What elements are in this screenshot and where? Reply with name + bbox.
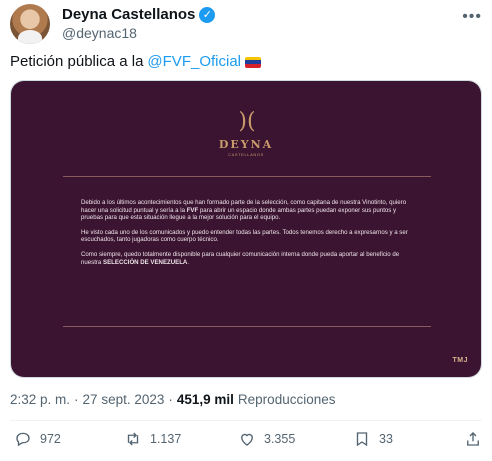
statement-document: )( DEYNA CASTELLANOS Debido a los último… [11, 81, 481, 377]
tweet-actions: 972 1.137 3.355 33 [10, 430, 482, 456]
like-count: 3.355 [264, 432, 296, 446]
verified-badge-icon: ✓ [199, 6, 216, 23]
meta-separator: · [168, 392, 173, 407]
share-button[interactable] [464, 430, 482, 448]
bookmark-count: 33 [379, 432, 393, 446]
repost-count: 1.137 [150, 432, 182, 446]
deyna-logo-icon: )( [238, 109, 256, 134]
like-button[interactable]: 3.355 [238, 430, 295, 448]
brand-mark: TMJ [452, 357, 468, 364]
reply-count: 972 [40, 432, 61, 446]
tweet-image[interactable]: )( DEYNA CASTELLANOS Debido a los último… [10, 80, 482, 378]
tweet-text: Petición pública a la @FVF_Oficial [10, 52, 261, 72]
views-count: 451,9 mil [176, 392, 234, 407]
heart-icon [241, 433, 253, 446]
reply-icon [16, 432, 30, 447]
tweet-header: Deyna Castellanos ✓ @deynac18 ••• [10, 4, 482, 44]
reply-button[interactable]: 972 [14, 430, 61, 448]
meta-separator: · [74, 392, 79, 407]
more-options-icon[interactable]: ••• [462, 8, 482, 26]
repost-button[interactable]: 1.137 [124, 430, 181, 448]
repost-icon [127, 432, 139, 446]
divider-top [63, 176, 431, 177]
tweet-time[interactable]: 2:32 p. m. [10, 392, 70, 407]
tweet-meta: 2:32 p. m. · 27 sept. 2023 · 451,9 mil R… [10, 392, 335, 407]
tweet-date[interactable]: 27 sept. 2023 [83, 392, 165, 407]
bookmark-button[interactable]: 33 [353, 430, 393, 448]
avatar[interactable] [10, 4, 50, 44]
tweet-text-prefix: Petición pública a la [10, 53, 144, 70]
statement-paragraph-2: He visto cada uno de los comunicados y p… [81, 228, 408, 244]
logo-subtitle: CASTELLANOS [228, 152, 264, 157]
statement-paragraph-3: Como siempre, quedo totalmente disponibl… [81, 250, 400, 266]
author-name[interactable]: Deyna Castellanos [62, 6, 195, 23]
author-name-row: Deyna Castellanos ✓ [62, 6, 216, 23]
statement-body: Debido a los últimos acontecimientos que… [81, 199, 415, 273]
author-handle[interactable]: @deynac18 [62, 25, 137, 41]
share-icon [467, 432, 479, 446]
logo-wordmark: DEYNA [218, 138, 274, 151]
mention-link[interactable]: @FVF_Oficial [147, 52, 241, 72]
venezuela-flag-icon [245, 56, 261, 68]
divider-bottom [63, 326, 431, 327]
actions-divider [10, 420, 482, 421]
statement-paragraph-1: Debido a los últimos acontecimientos que… [81, 199, 407, 222]
bookmark-icon [356, 432, 368, 447]
views-label: Reproducciones [237, 392, 336, 407]
